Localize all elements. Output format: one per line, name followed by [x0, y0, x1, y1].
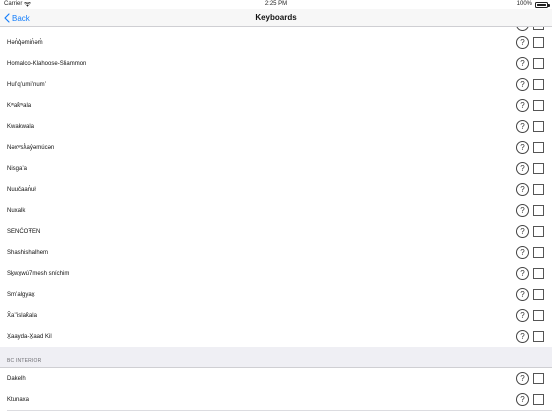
help-icon[interactable]: ? [516, 267, 529, 280]
keyboard-checkbox[interactable] [533, 394, 544, 405]
keyboard-checkbox[interactable] [533, 58, 544, 69]
keyboard-checkbox[interactable] [533, 310, 544, 321]
list-item[interactable]: Ktunaxa? [0, 389, 552, 410]
list-item[interactable]: Dakelh? [0, 368, 552, 389]
battery-percentage: 100% [516, 1, 532, 7]
keyboard-checkbox[interactable] [533, 27, 544, 30]
help-icon[interactable]: ? [516, 393, 529, 406]
keyboard-checkbox[interactable] [533, 247, 544, 258]
keyboard-name: Sm’algyax̱ [7, 291, 35, 298]
keyboard-checkbox[interactable] [533, 226, 544, 237]
help-icon[interactable]: ? [516, 309, 529, 322]
status-bar: Carrier 2:25 PM 100% [0, 0, 552, 9]
list-item[interactable]: Nisga’a? [0, 158, 552, 179]
keyboard-name: Nuxalk [7, 207, 26, 214]
keyboard-name: Shashishalhem [7, 249, 49, 256]
status-time: 2:25 PM [264, 1, 288, 7]
help-icon[interactable]: ? [516, 141, 529, 154]
help-icon[interactable]: ? [516, 57, 529, 70]
keyboard-checkbox[interactable] [533, 79, 544, 90]
keyboard-checkbox[interactable] [533, 121, 544, 132]
section-header-label: BC INTERIOR [7, 358, 42, 364]
help-icon[interactable]: ? [516, 27, 529, 31]
keyboard-name: Sḵwx̱wú7mesh sníchim [7, 270, 70, 277]
list-item[interactable]: X̌a’’islak̓ala? [0, 305, 552, 326]
keyboard-checkbox[interactable] [533, 184, 544, 195]
list-item[interactable]: Nəxʷsƛ̓ay̓əmúcən? [0, 137, 552, 158]
help-icon[interactable]: ? [516, 36, 529, 49]
keyboard-name: Hul’q’umi’num’ [7, 81, 47, 88]
keyboard-name: Dakelh [7, 375, 26, 382]
keyboard-checkbox[interactable] [533, 100, 544, 111]
list-item[interactable]: Kwakwala? [0, 116, 552, 137]
help-icon[interactable]: ? [516, 204, 529, 217]
help-icon[interactable]: ? [516, 120, 529, 133]
keyboard-name: SENĆOŦEN [7, 228, 41, 235]
keyboard-name: Nisga’a [7, 165, 28, 172]
list-item[interactable]: Sḵwx̱wú7mesh sníchim? [0, 263, 552, 284]
list-item[interactable]: Kʷak̓ʷala? [0, 95, 552, 116]
list-item[interactable]: Shashishalhem? [0, 242, 552, 263]
battery-icon [535, 1, 550, 8]
keyboard-checkbox[interactable] [533, 331, 544, 342]
keyboard-name: Nuučaan̓uł [7, 186, 36, 193]
help-icon[interactable]: ? [516, 246, 529, 259]
keyboard-checkbox[interactable] [533, 373, 544, 384]
help-icon[interactable]: ? [516, 372, 529, 385]
page-title: Keyboards [255, 13, 297, 22]
keyboard-checkbox[interactable] [533, 163, 544, 174]
keyboard-name: X̱aayda-X̱aad Kil [7, 333, 52, 340]
keyboard-name: Ktunaxa [7, 396, 30, 403]
keyboard-name: Nəxʷsƛ̓ay̓əmúcən [7, 144, 55, 151]
keyboard-name: Kwakwala [7, 123, 35, 130]
help-icon[interactable]: ? [516, 330, 529, 343]
list-item[interactable]: X̱aayda-X̱aad Kil? [0, 326, 552, 347]
keyboard-checkbox[interactable] [533, 37, 544, 48]
list-item[interactable]: Nuxalk? [0, 200, 552, 221]
keyboard-checkbox[interactable] [533, 205, 544, 216]
navigation-bar: Back Keyboards [0, 9, 552, 27]
keyboard-name: Kʷak̓ʷala [7, 102, 32, 109]
keyboard-list[interactable]: ? Hən̓q̓əmin̓əm̓?Homalco-Klahoose-Sliamm… [0, 27, 552, 414]
status-right: 100% [516, 0, 550, 9]
list-item[interactable]: Nuučaan̓uł? [0, 179, 552, 200]
list-item[interactable]: Hən̓q̓əmin̓əm̓? [0, 32, 552, 53]
list-item[interactable]: SENĆOŦEN? [0, 221, 552, 242]
list-item[interactable]: Homalco-Klahoose-Sliammon? [0, 53, 552, 74]
keyboard-checkbox[interactable] [533, 289, 544, 300]
keyboard-name: Homalco-Klahoose-Sliammon [7, 60, 87, 67]
keyboard-name: X̌a’’islak̓ala [7, 312, 37, 319]
keyboard-name: Hən̓q̓əmin̓əm̓ [7, 39, 43, 46]
keyboard-checkbox[interactable] [533, 142, 544, 153]
help-icon[interactable]: ? [516, 183, 529, 196]
help-icon[interactable]: ? [516, 99, 529, 112]
help-icon[interactable]: ? [516, 288, 529, 301]
help-icon[interactable]: ? [516, 162, 529, 175]
keyboard-checkbox[interactable] [533, 268, 544, 279]
help-icon[interactable]: ? [516, 78, 529, 91]
list-item[interactable]: Hul’q’umi’num’? [0, 74, 552, 95]
section-header-bc-interior: BC INTERIOR [0, 347, 552, 368]
help-icon[interactable]: ? [516, 225, 529, 238]
list-item[interactable]: Sm’algyax̱? [0, 284, 552, 305]
